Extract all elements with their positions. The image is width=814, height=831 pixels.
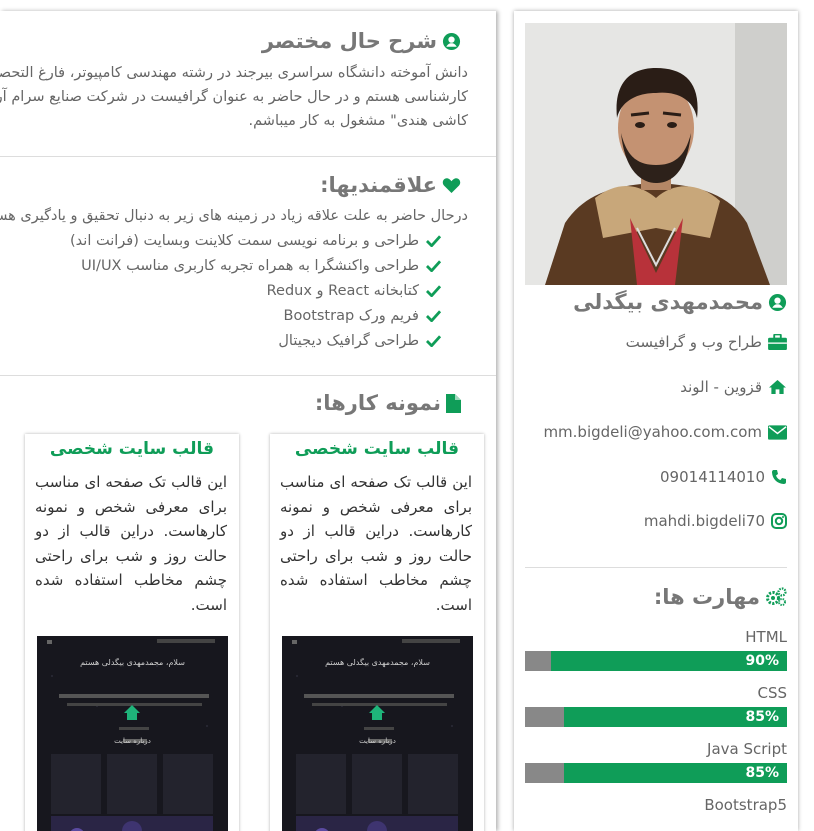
card-title[interactable]: قالب سایت شخصی [25, 439, 239, 459]
skill-bar-fill: 85% [564, 763, 787, 783]
skill-label: Bootstrap5 [704, 796, 787, 814]
instagram[interactable]: mahdi.bigdeli70 [644, 512, 765, 530]
list-item: طراحی و برنامه نویسی سمت کلاینت وبسایت (… [70, 228, 441, 253]
profile-sidebar: محمدمهدی بیگدلی طراح وب و گرافیست قزوین … [514, 11, 798, 831]
check-icon [426, 284, 441, 297]
card-screenshot[interactable]: سلام، محمدمهدی بیگدلی هستم درباره سایت [37, 636, 228, 831]
portfolio-title: نمونه کارها: [314, 391, 441, 415]
skill-bar-fill: 85% [564, 707, 787, 727]
location: قزوین - الوند [680, 378, 762, 396]
phone-row[interactable]: 09014114010 [660, 468, 787, 486]
summary-text: دانش آموخته دانشگاه سراسری بیرجند در رشت… [0, 65, 468, 129]
skills-title: مهارت ها: [653, 585, 760, 609]
skill-label: Java Script [707, 740, 787, 758]
job-title-row: طراح وب و گرافیست [626, 333, 787, 351]
divider [0, 156, 496, 157]
check-icon [426, 234, 441, 247]
main-content: شرح حال مختصر دانش آموخته دانشگاه سراسری… [0, 11, 496, 831]
check-icon [426, 309, 441, 322]
preview-heading: سلام، محمدمهدی بیگدلی هستم [80, 658, 185, 667]
list-item: طراحی واکنشگرا به همراه تجربه کاربری منا… [70, 253, 441, 278]
card-description: این قالب تک صفحه ای مناسب برای معرفی شخص… [35, 473, 227, 614]
briefcase-icon [768, 334, 787, 350]
list-item: کتابخانه React و Redux [70, 278, 441, 303]
summary-title: شرح حال مختصر [261, 29, 437, 53]
home-icon [768, 379, 787, 395]
skills-heading: مهارت ها: [654, 585, 787, 609]
portfolio-heading: نمونه کارها: [315, 391, 461, 415]
location-row: قزوین - الوند [680, 378, 787, 396]
skill-label: HTML [745, 628, 787, 646]
file-icon [446, 393, 461, 413]
list-item: فریم ورک Bootstrap [70, 303, 441, 328]
interests-title: علاقمندیها: [320, 173, 437, 197]
interests-heading: علاقمندیها: [320, 173, 461, 197]
preview-heading: سلام، محمدمهدی بیگدلی هستم [325, 658, 430, 667]
list-item: طراحی گرافیک دیجیتال [70, 328, 441, 353]
summary-heading: شرح حال مختصر [262, 29, 461, 53]
divider [0, 375, 496, 376]
phone[interactable]: 09014114010 [660, 468, 765, 486]
user-circle-icon [768, 293, 787, 312]
card-title[interactable]: قالب سایت شخصی [270, 439, 484, 459]
skill-bar: 85% [525, 707, 787, 727]
profile-name: محمدمهدی بیگدلی [573, 290, 787, 314]
portfolio-card[interactable]: قالب سایت شخصی این قالب تک صفحه ای مناسب… [270, 434, 484, 831]
skill-label: CSS [757, 684, 787, 702]
card-screenshot[interactable]: سلام، محمدمهدی بیگدلی هستم درباره سایت [282, 636, 473, 831]
phone-icon [771, 469, 787, 485]
user-circle-icon [442, 32, 461, 51]
heart-icon [442, 177, 461, 194]
skill-percent: 85% [745, 765, 779, 781]
check-icon [426, 334, 441, 347]
check-icon [426, 259, 441, 272]
instagram-icon [771, 513, 787, 529]
divider [525, 567, 787, 568]
skill-percent: 90% [745, 653, 779, 669]
card-description: این قالب تک صفحه ای مناسب برای معرفی شخص… [280, 473, 472, 614]
envelope-icon [768, 424, 787, 440]
gears-icon [765, 587, 787, 607]
instagram-row[interactable]: mahdi.bigdeli70 [644, 512, 787, 530]
interests-intro: درحال حاضر به علت علاقه زیاد در زمینه ها… [0, 208, 468, 224]
interests-list: طراحی و برنامه نویسی سمت کلاینت وبسایت (… [70, 228, 441, 353]
email-row[interactable]: mm.bigdeli@yahoo.com.com [543, 423, 787, 441]
skill-bar-fill: 90% [551, 651, 787, 671]
preview-about-label: درباره سایت [114, 737, 151, 745]
portfolio-card[interactable]: قالب سایت شخصی این قالب تک صفحه ای مناسب… [25, 434, 239, 831]
skill-percent: 85% [745, 709, 779, 725]
profile-name-text: محمدمهدی بیگدلی [573, 290, 763, 314]
skill-bar: 90% [525, 651, 787, 671]
preview-about-label: درباره سایت [359, 737, 396, 745]
email[interactable]: mm.bigdeli@yahoo.com.com [543, 423, 762, 441]
profile-photo [525, 23, 787, 285]
job-title: طراح وب و گرافیست [625, 333, 762, 351]
skill-bar: 85% [525, 763, 787, 783]
